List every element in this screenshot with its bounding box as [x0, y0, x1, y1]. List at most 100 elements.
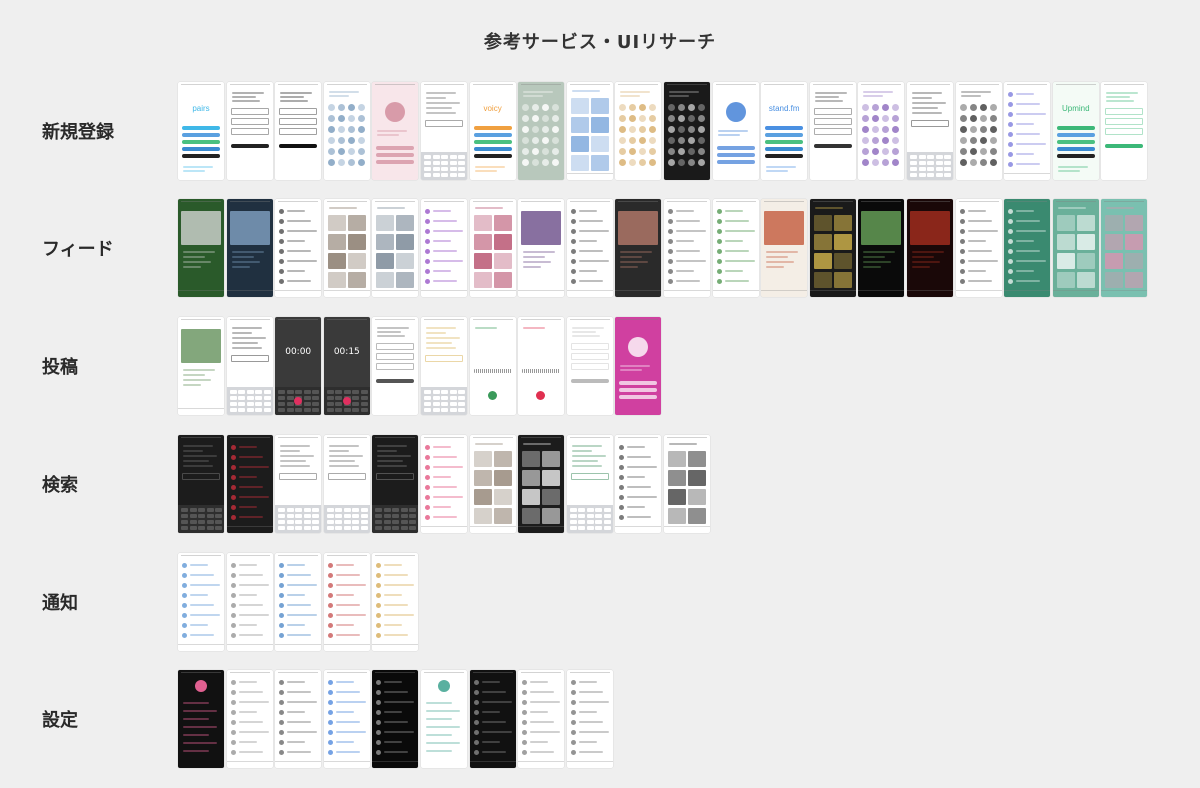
screen-thumbnail[interactable]	[1052, 199, 1099, 297]
record-button[interactable]	[487, 391, 497, 400]
screen-thumbnail[interactable]	[518, 82, 565, 180]
list-text	[238, 594, 257, 596]
screen-thumbnail[interactable]	[372, 317, 419, 415]
text-line	[620, 365, 651, 367]
screen-thumbnail[interactable]	[566, 82, 613, 180]
record-button[interactable]	[342, 397, 351, 405]
screen-thumbnail[interactable]	[372, 435, 419, 533]
key	[352, 408, 360, 412]
screen-thumbnail[interactable]	[907, 82, 953, 180]
screen-thumbnail[interactable]	[226, 670, 273, 768]
screen-thumbnail[interactable]	[1101, 199, 1148, 297]
screen-thumbnail[interactable]	[226, 82, 273, 180]
status-bar	[375, 84, 416, 87]
list-text	[530, 691, 555, 693]
screen-thumbnail[interactable]	[178, 317, 224, 415]
screen-thumbnail[interactable]	[664, 435, 710, 533]
screen-thumbnail[interactable]	[809, 82, 856, 180]
screen-thumbnail[interactable]	[469, 435, 516, 533]
screen-thumbnail[interactable]	[469, 670, 516, 768]
screen-thumbnail[interactable]	[518, 670, 565, 768]
screen-thumbnail[interactable]	[372, 199, 419, 297]
text-line	[280, 455, 315, 457]
screen-thumbnail[interactable]: Upmind	[1052, 82, 1099, 180]
screen-thumbnail[interactable]	[518, 317, 565, 415]
screen-thumbnail[interactable]	[469, 317, 516, 415]
key	[432, 167, 440, 171]
screen-thumbnail[interactable]	[275, 435, 322, 533]
screen-thumbnail[interactable]	[323, 199, 370, 297]
screen-thumbnail[interactable]	[712, 199, 759, 297]
screen-thumbnail[interactable]	[323, 670, 370, 768]
screen-thumbnail[interactable]	[323, 82, 370, 180]
screen-thumbnail[interactable]	[226, 199, 273, 297]
screen-thumbnail[interactable]	[421, 82, 467, 180]
screen-thumbnail[interactable]	[566, 317, 613, 415]
screen-thumbnail[interactable]	[226, 317, 273, 415]
screen-thumbnail[interactable]	[226, 553, 273, 651]
list-text	[1016, 163, 1041, 165]
list-avatar	[619, 475, 625, 480]
screen-thumbnail[interactable]	[226, 435, 273, 533]
screen-thumbnail[interactable]: stand.fm	[761, 82, 808, 180]
screen-thumbnail[interactable]	[372, 670, 419, 768]
screen-thumbnail[interactable]	[178, 199, 224, 297]
screen-thumbnail[interactable]	[518, 199, 565, 297]
screen-thumbnail[interactable]	[323, 553, 370, 651]
screen-thumbnail[interactable]	[372, 553, 419, 651]
list-avatar	[716, 209, 722, 214]
screen-thumbnail[interactable]	[809, 199, 856, 297]
grid-tile	[813, 234, 832, 250]
screen-thumbnail[interactable]	[858, 82, 905, 180]
screen-thumbnail[interactable]	[566, 435, 613, 533]
screen-thumbnail[interactable]	[955, 82, 1002, 180]
record-button[interactable]	[536, 391, 546, 400]
screen-thumbnail[interactable]	[421, 435, 467, 533]
screen-thumbnail[interactable]	[178, 553, 224, 651]
screen-thumbnail[interactable]: pairs	[178, 82, 224, 180]
screen-thumbnail[interactable]	[615, 199, 662, 297]
screen-thumbnail[interactable]	[1101, 82, 1148, 180]
avatar	[542, 148, 550, 155]
screen-thumbnail[interactable]	[469, 199, 516, 297]
screen-thumbnail[interactable]	[421, 199, 467, 297]
screen-thumbnail[interactable]	[615, 317, 662, 415]
text-line	[814, 92, 847, 94]
screen-thumbnail[interactable]	[615, 82, 662, 180]
list-text	[481, 751, 506, 753]
screen-thumbnail[interactable]	[323, 435, 370, 533]
screen-thumbnail[interactable]	[712, 82, 759, 180]
screen-thumbnail[interactable]	[566, 670, 613, 768]
list-avatar	[230, 720, 236, 725]
action-button	[619, 395, 658, 399]
screen-thumbnail[interactable]	[421, 670, 467, 768]
screen-thumbnail[interactable]	[955, 199, 1002, 297]
screen-thumbnail[interactable]	[1004, 199, 1051, 297]
screen-thumbnail[interactable]	[664, 199, 710, 297]
screen-thumbnail[interactable]	[664, 82, 710, 180]
screen-thumbnail[interactable]	[858, 199, 905, 297]
screen-thumbnail[interactable]	[275, 82, 322, 180]
key	[360, 520, 368, 524]
screen-thumbnail[interactable]	[178, 670, 224, 768]
screen-thumbnail[interactable]	[907, 199, 953, 297]
screen-thumbnail[interactable]: 00:15	[323, 317, 370, 415]
screen-thumbnail[interactable]: voicy	[469, 82, 516, 180]
screen-thumbnail[interactable]	[275, 199, 322, 297]
screen-thumbnail[interactable]	[275, 670, 322, 768]
screen-thumbnail[interactable]	[275, 553, 322, 651]
status-bar	[958, 84, 999, 87]
list-avatar	[279, 633, 285, 638]
screen-thumbnail[interactable]	[1004, 82, 1051, 180]
screen-thumbnail[interactable]	[761, 199, 808, 297]
key	[432, 173, 440, 177]
status-bar	[278, 319, 319, 322]
screen-thumbnail[interactable]	[372, 82, 419, 180]
screen-thumbnail[interactable]	[615, 435, 662, 533]
screen-thumbnail[interactable]: 00:00	[275, 317, 322, 415]
screen-thumbnail[interactable]	[518, 435, 565, 533]
screen-thumbnail[interactable]	[421, 317, 467, 415]
screen-thumbnail[interactable]	[178, 435, 224, 533]
screen-thumbnail[interactable]	[566, 199, 613, 297]
key	[263, 402, 271, 406]
